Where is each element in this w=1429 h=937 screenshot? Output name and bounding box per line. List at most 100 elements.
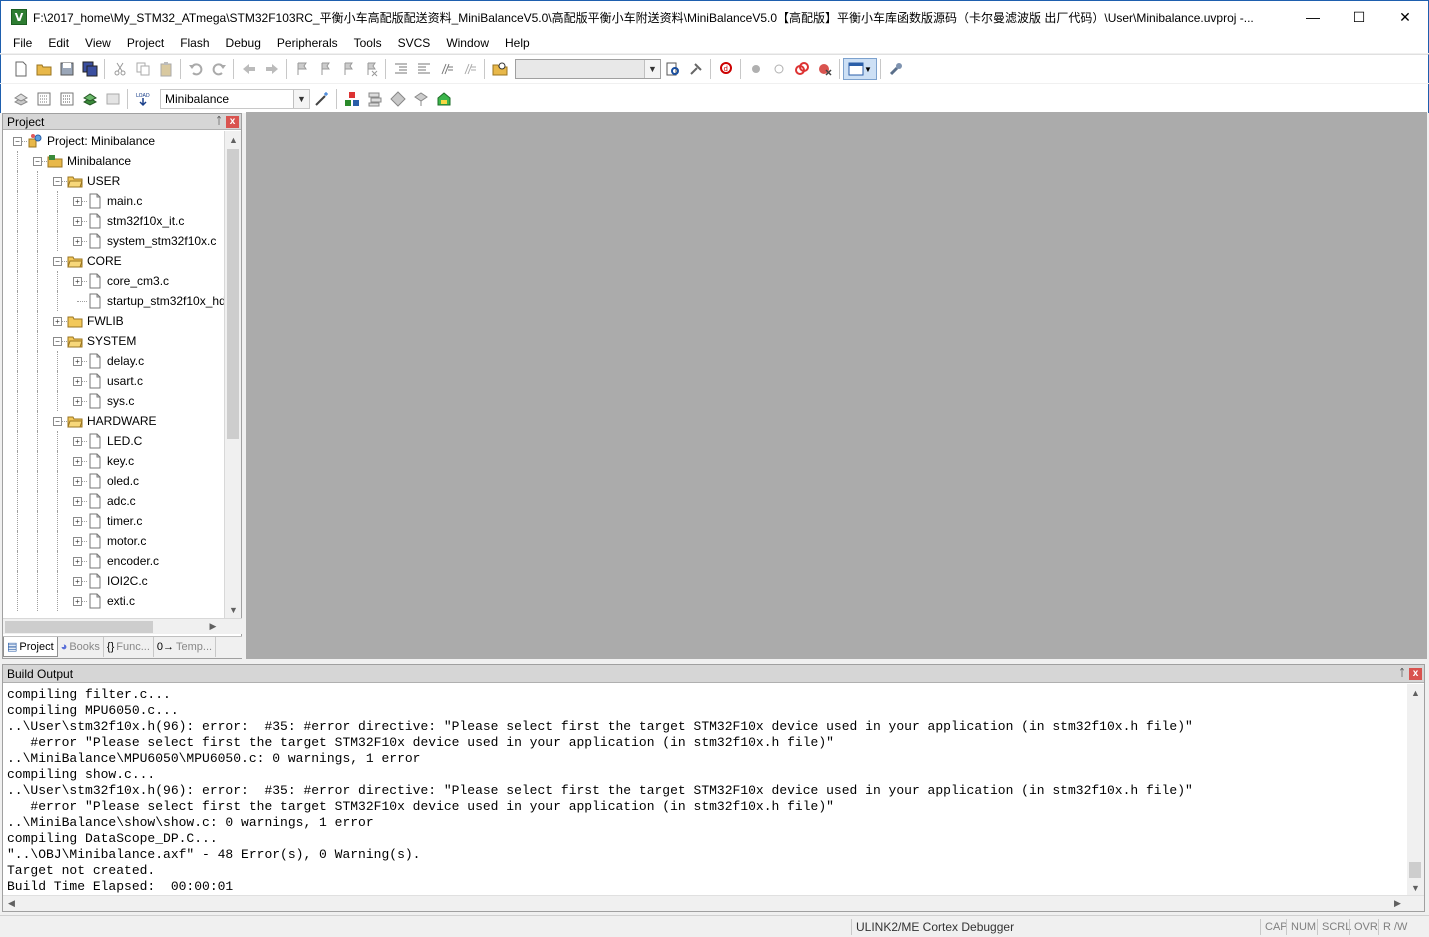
editor-area[interactable] xyxy=(246,112,1427,659)
menu-peripherals[interactable]: Peripherals xyxy=(269,33,346,53)
tree-item[interactable]: startup_stm32f10x_hd xyxy=(3,291,225,311)
menu-view[interactable]: View xyxy=(77,33,119,53)
tree-item[interactable]: − CORE xyxy=(3,251,225,271)
tree-item[interactable]: + delay.c xyxy=(3,351,225,371)
manage-project-items-button[interactable] xyxy=(340,88,363,110)
tree-item[interactable]: + IOI2C.c xyxy=(3,571,225,591)
scroll-down-arrow-icon[interactable]: ▼ xyxy=(1407,879,1424,896)
scrollbar-thumb[interactable] xyxy=(1409,862,1421,878)
tree-item[interactable]: + timer.c xyxy=(3,511,225,531)
build-horizontal-scrollbar[interactable]: ◀ ▶ xyxy=(3,895,1424,911)
tree-item[interactable]: + main.c xyxy=(3,191,225,211)
expand-icon[interactable]: + xyxy=(73,197,82,206)
pin-icon[interactable]: ᛏ xyxy=(1399,668,1405,679)
close-panel-button[interactable]: x xyxy=(226,115,239,128)
indent-button[interactable] xyxy=(389,58,412,80)
enable-breakpoint-button[interactable] xyxy=(767,58,790,80)
tree-item[interactable]: + key.c xyxy=(3,451,225,471)
file-extensions-button[interactable] xyxy=(363,88,386,110)
expand-icon[interactable]: + xyxy=(73,397,82,406)
prev-bookmark-button[interactable] xyxy=(313,58,336,80)
configure-button[interactable] xyxy=(884,58,907,80)
chevron-down-icon[interactable]: ▼ xyxy=(293,89,309,108)
minimize-button[interactable]: — xyxy=(1290,1,1336,33)
tab-books[interactable]: ◕ Books xyxy=(58,637,104,657)
collapse-icon[interactable]: − xyxy=(13,137,22,146)
scrollbar-thumb[interactable] xyxy=(5,621,153,633)
expand-icon[interactable]: + xyxy=(73,497,82,506)
expand-icon[interactable]: + xyxy=(73,477,82,486)
save-all-button[interactable] xyxy=(78,58,101,80)
close-window-button[interactable]: ✕ xyxy=(1382,1,1428,33)
build-vertical-scrollbar[interactable]: ▲ ▼ xyxy=(1407,684,1424,896)
project-vertical-scrollbar[interactable]: ▲ ▼ xyxy=(224,131,241,618)
rebuild-button[interactable] xyxy=(55,88,78,110)
comment-button[interactable] xyxy=(435,58,458,80)
scroll-down-arrow-icon[interactable]: ▼ xyxy=(225,601,242,618)
menu-window[interactable]: Window xyxy=(438,33,497,53)
menu-svcs[interactable]: SVCS xyxy=(390,33,439,53)
chevron-down-icon[interactable]: ▼ xyxy=(644,60,660,78)
collapse-icon[interactable]: − xyxy=(53,337,62,346)
tab-project[interactable]: ▤ Project xyxy=(3,637,58,657)
expand-icon[interactable]: + xyxy=(73,457,82,466)
project-horizontal-scrollbar[interactable]: ▶ xyxy=(3,618,242,634)
debug-session-button[interactable]: d xyxy=(714,58,737,80)
build-output-text[interactable]: compiling filter.c... compiling MPU6050.c… xyxy=(7,687,1407,895)
tree-item[interactable]: + motor.c xyxy=(3,531,225,551)
redo-button[interactable] xyxy=(207,58,230,80)
tree-item[interactable]: + core_cm3.c xyxy=(3,271,225,291)
expand-icon[interactable]: + xyxy=(73,277,82,286)
tab-templates[interactable]: 0→ Temp... xyxy=(154,637,217,657)
find-button[interactable] xyxy=(661,58,684,80)
menu-file[interactable]: File xyxy=(5,33,40,53)
translate-button[interactable] xyxy=(9,88,32,110)
menu-tools[interactable]: Tools xyxy=(346,33,390,53)
expand-icon[interactable]: + xyxy=(73,577,82,586)
tree-item[interactable]: + LED.C xyxy=(3,431,225,451)
menu-debug[interactable]: Debug xyxy=(218,33,269,53)
incremental-find-button[interactable] xyxy=(684,58,707,80)
window-layout-button[interactable]: ▼ xyxy=(843,58,877,80)
unindent-button[interactable] xyxy=(412,58,435,80)
expand-icon[interactable]: + xyxy=(73,357,82,366)
tree-item[interactable]: + FWLIB xyxy=(3,311,225,331)
open-file-button[interactable] xyxy=(32,58,55,80)
uncomment-button[interactable] xyxy=(458,58,481,80)
tree-item[interactable]: + adc.c xyxy=(3,491,225,511)
stop-build-button[interactable] xyxy=(101,88,124,110)
find-combo[interactable]: ▼ xyxy=(515,59,661,79)
tree-item[interactable]: + sys.c xyxy=(3,391,225,411)
expand-icon[interactable]: + xyxy=(73,557,82,566)
scroll-up-arrow-icon[interactable]: ▲ xyxy=(225,131,242,148)
tree-item[interactable]: + system_stm32f10x.c xyxy=(3,231,225,251)
select-packs-button[interactable] xyxy=(386,88,409,110)
expand-icon[interactable]: + xyxy=(73,217,82,226)
scroll-up-arrow-icon[interactable]: ▲ xyxy=(1407,684,1424,701)
batch-build-button[interactable] xyxy=(78,88,101,110)
scroll-right-arrow-icon[interactable]: ▶ xyxy=(1389,896,1406,911)
tree-item[interactable]: − SYSTEM xyxy=(3,331,225,351)
menu-edit[interactable]: Edit xyxy=(40,33,77,53)
tree-item[interactable]: + exti.c xyxy=(3,591,225,611)
copy-button[interactable] xyxy=(131,58,154,80)
cut-button[interactable] xyxy=(108,58,131,80)
kill-all-breakpoints-button[interactable] xyxy=(813,58,836,80)
tree-item[interactable]: − Minibalance xyxy=(3,151,225,171)
next-bookmark-button[interactable] xyxy=(336,58,359,80)
tree-item[interactable]: − USER xyxy=(3,171,225,191)
insert-bookmark-button[interactable] xyxy=(290,58,313,80)
expand-icon[interactable]: + xyxy=(53,317,62,326)
find-in-files-button[interactable] xyxy=(488,58,511,80)
close-panel-button[interactable]: x xyxy=(1409,667,1422,680)
menu-project[interactable]: Project xyxy=(119,33,172,53)
navigate-back-button[interactable] xyxy=(237,58,260,80)
disable-all-breakpoints-button[interactable] xyxy=(790,58,813,80)
scrollbar-thumb[interactable] xyxy=(227,149,239,439)
target-select[interactable]: Minibalance ▼ xyxy=(160,88,310,109)
pack-installer-button[interactable] xyxy=(432,88,455,110)
build-button[interactable] xyxy=(32,88,55,110)
scroll-left-arrow-icon[interactable]: ◀ xyxy=(3,896,20,911)
expand-icon[interactable]: + xyxy=(73,377,82,386)
tab-functions[interactable]: {} Func... xyxy=(104,637,154,657)
